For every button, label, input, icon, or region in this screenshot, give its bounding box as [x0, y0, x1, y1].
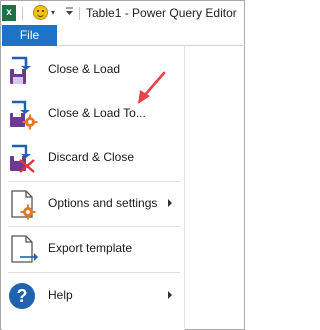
- menu-item-label: Close & Load To...: [48, 106, 146, 120]
- menu-item-label: Help: [48, 288, 73, 302]
- file-backstage-menu: Close & Load Close & Load To... Discard …: [2, 46, 185, 330]
- file-tab[interactable]: File: [2, 25, 57, 46]
- discard-close-icon: [10, 144, 35, 173]
- menu-item-label: Export template: [48, 241, 133, 255]
- save-load-icon: [10, 56, 31, 84]
- customize-quick-access-icon[interactable]: [65, 6, 74, 20]
- customize-chevron-icon: [66, 7, 73, 15]
- export-template-icon: [11, 235, 38, 263]
- power-query-window: x ▾ Table1 - Power Query Editor File Clo…: [0, 0, 245, 330]
- menu-divider: [8, 272, 180, 273]
- title-separator: [79, 7, 80, 20]
- help-icon: ?: [9, 283, 35, 309]
- title-bar: x ▾ Table1 - Power Query Editor: [1, 1, 244, 25]
- svg-text:?: ?: [17, 286, 28, 306]
- menu-item-close-and-load-to[interactable]: Close & Load To...: [2, 92, 185, 136]
- window-title: Table1 - Power Query Editor: [86, 6, 237, 20]
- menu-item-label: Discard & Close: [48, 150, 135, 164]
- toolbar-separator: [22, 7, 23, 20]
- excel-icon[interactable]: x: [2, 5, 16, 21]
- menu-item-options-and-settings[interactable]: Options and settings: [2, 182, 185, 226]
- options-document-icon: [11, 190, 36, 220]
- feedback-dropdown-icon[interactable]: ▾: [51, 8, 55, 17]
- menu-item-discard-and-close[interactable]: Discard & Close: [2, 136, 185, 180]
- menu-item-help[interactable]: ? Help: [2, 274, 185, 318]
- smiley-icon[interactable]: [33, 5, 48, 20]
- menu-item-export-template[interactable]: Export template: [2, 227, 185, 271]
- submenu-arrow-icon: [168, 291, 172, 299]
- menu-item-label: Close & Load: [48, 62, 121, 76]
- menu-item-close-and-load[interactable]: Close & Load: [2, 48, 185, 92]
- submenu-arrow-icon: [168, 199, 172, 207]
- menu-item-label: Options and settings: [48, 196, 158, 210]
- save-load-settings-icon: [10, 100, 38, 130]
